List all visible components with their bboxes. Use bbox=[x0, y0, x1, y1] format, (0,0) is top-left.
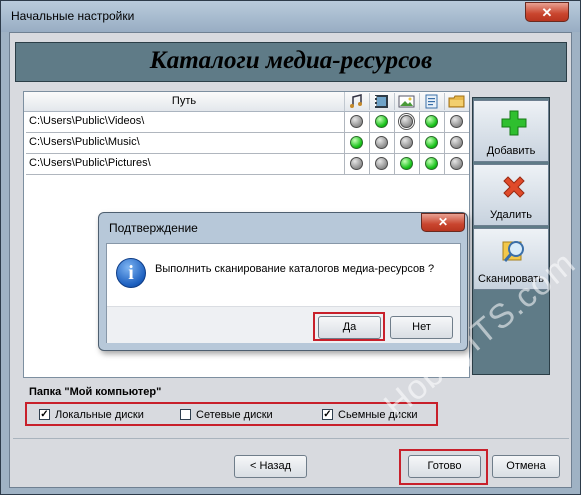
picture-icon bbox=[395, 93, 420, 110]
footer-divider bbox=[13, 438, 569, 439]
status-indicator-on bbox=[425, 136, 438, 149]
document-icon bbox=[420, 93, 445, 110]
status-indicator-off bbox=[450, 136, 463, 149]
status-cell[interactable] bbox=[444, 133, 469, 153]
removable-disks-checkbox[interactable]: ✓ bbox=[322, 409, 333, 420]
table-row[interactable]: C:\Users\Public\Pictures\ bbox=[26, 154, 469, 175]
add-button[interactable]: Добавить bbox=[473, 100, 549, 162]
status-indicator-on bbox=[425, 115, 438, 128]
status-indicator-on bbox=[350, 136, 363, 149]
status-indicator-off bbox=[400, 115, 413, 128]
done-button[interactable]: Готово bbox=[408, 455, 481, 478]
status-cell[interactable] bbox=[369, 133, 394, 153]
status-cell[interactable] bbox=[419, 154, 444, 174]
dialog-footer: Да Нет bbox=[107, 306, 460, 343]
delete-x-icon bbox=[503, 176, 525, 198]
folder-icon bbox=[445, 93, 469, 110]
delete-button-label: Удалить bbox=[490, 209, 532, 221]
page-title: Каталоги медиа-ресурсов bbox=[149, 47, 433, 74]
window-close-button[interactable]: ✕ bbox=[525, 2, 569, 22]
dialog-body: i Выполнить сканирование каталогов медиа… bbox=[106, 243, 461, 343]
local-disks-label: Локальные диски bbox=[55, 409, 144, 421]
computer-folder-group-label: Папка "Мой компьютер" bbox=[29, 386, 162, 398]
magnifier-icon bbox=[502, 241, 524, 262]
status-cell[interactable] bbox=[369, 154, 394, 174]
local-disks-checkbox[interactable]: ✓ bbox=[39, 409, 50, 420]
status-cell[interactable] bbox=[419, 133, 444, 153]
status-indicator-off bbox=[375, 136, 388, 149]
status-indicator-off bbox=[450, 157, 463, 170]
back-button[interactable]: < Назад bbox=[234, 455, 307, 478]
status-indicator-on bbox=[425, 157, 438, 170]
row-path: C:\Users\Public\Pictures\ bbox=[29, 157, 151, 169]
plus-icon bbox=[501, 110, 527, 136]
status-cell[interactable] bbox=[344, 112, 369, 132]
music-icon bbox=[345, 93, 370, 110]
status-indicator-off bbox=[350, 115, 363, 128]
status-indicator-off bbox=[450, 115, 463, 128]
status-cell[interactable] bbox=[419, 112, 444, 132]
dialog-title: Подтверждение bbox=[109, 221, 198, 235]
status-cell[interactable] bbox=[394, 154, 419, 174]
confirm-dialog: Подтверждение ✕ i Выполнить сканирование… bbox=[98, 212, 468, 351]
status-cell[interactable] bbox=[444, 112, 469, 132]
network-disks-checkbox[interactable] bbox=[180, 409, 191, 420]
table-row[interactable]: C:\Users\Public\Videos\ bbox=[26, 112, 469, 133]
yes-button[interactable]: Да bbox=[318, 316, 381, 339]
status-indicator-on bbox=[400, 157, 413, 170]
dialog-message: Выполнить сканирование каталогов медиа-р… bbox=[155, 263, 435, 275]
title-bar: Начальные настройки ✕ bbox=[1, 1, 580, 32]
row-path: C:\Users\Public\Videos\ bbox=[29, 115, 145, 127]
status-cell[interactable] bbox=[344, 133, 369, 153]
add-button-label: Добавить bbox=[486, 145, 536, 157]
status-indicator-off bbox=[375, 157, 388, 170]
window-title: Начальные настройки bbox=[11, 9, 135, 23]
status-indicator-on bbox=[375, 115, 388, 128]
status-cell[interactable] bbox=[344, 154, 369, 174]
delete-button[interactable]: Удалить bbox=[473, 164, 549, 226]
no-button[interactable]: Нет bbox=[390, 316, 453, 339]
status-indicator-off bbox=[350, 157, 363, 170]
cancel-button[interactable]: Отмена bbox=[492, 455, 560, 478]
table-header: Путь bbox=[24, 92, 469, 112]
status-cell[interactable] bbox=[394, 133, 419, 153]
table-row[interactable]: C:\Users\Public\Music\ bbox=[26, 133, 469, 154]
disk-options-group: ✓ Локальные диски Сетевые диски ✓ Сьемны… bbox=[25, 402, 438, 426]
status-cell[interactable] bbox=[394, 112, 419, 132]
status-cell[interactable] bbox=[369, 112, 394, 132]
info-icon: i bbox=[116, 258, 146, 288]
settings-window: Начальные настройки ✕ Каталоги медиа-рес… bbox=[0, 0, 581, 495]
row-path: C:\Users\Public\Music\ bbox=[29, 136, 140, 148]
page-banner: Каталоги медиа-ресурсов bbox=[15, 42, 567, 82]
status-indicator-off bbox=[400, 136, 413, 149]
status-cell[interactable] bbox=[444, 154, 469, 174]
video-icon bbox=[370, 93, 395, 110]
network-disks-label: Сетевые диски bbox=[196, 409, 273, 421]
dialog-close-button[interactable]: ✕ bbox=[421, 213, 465, 232]
column-header-path[interactable]: Путь bbox=[24, 92, 345, 111]
